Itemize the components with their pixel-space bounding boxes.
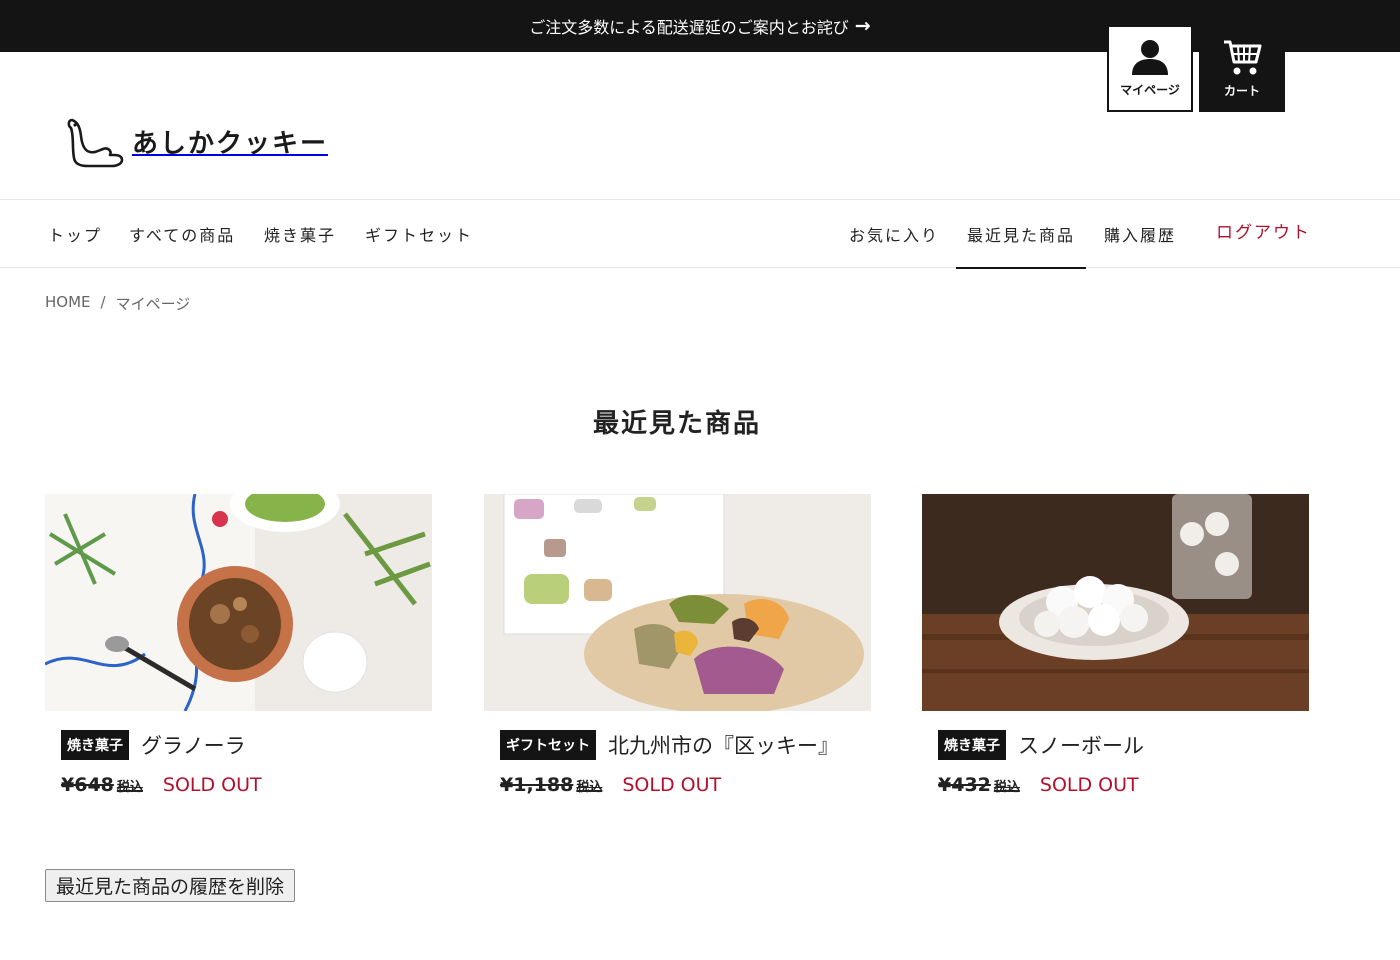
nav-item-all-products[interactable]: すべての商品 (129, 200, 235, 268)
tax-label: 税込 (576, 780, 603, 795)
category-badge: ギフトセット (500, 730, 596, 760)
kukkie-gift-set-product-image[interactable] (484, 494, 871, 711)
product-name[interactable]: グラノーラ (141, 730, 246, 760)
cart-button[interactable]: カート (1199, 25, 1285, 112)
main-nav: トップ すべての商品 焼き菓子 ギフトセット お気に入り 最近見た商品 購入履歴… (0, 200, 1400, 269)
sold-out-status: SOLD OUT (1039, 774, 1139, 796)
breadcrumb: HOME / マイページ (45, 293, 190, 314)
breadcrumb-current: マイページ (115, 295, 191, 313)
cart-label: カート (1223, 84, 1260, 98)
nav-item-favorites[interactable]: お気に入り (849, 200, 939, 268)
product-price: ¥432 税込 (938, 774, 1020, 796)
announcement-link[interactable]: ご注文多数による配送遅延のご案内とお詫び → (529, 14, 870, 38)
product-price: ¥1,188 税込 (500, 774, 602, 796)
product-pricing: ¥1,188 税込 SOLD OUT (500, 774, 871, 796)
product-meta: 焼き菓子 スノーボール (938, 730, 1309, 760)
cart-icon (1224, 40, 1262, 75)
product-name[interactable]: 北九州市の『区ッキー』 (608, 730, 839, 760)
price-value: ¥1,188 (500, 774, 574, 796)
user-icon (1132, 40, 1168, 75)
sea-lion-logo-icon (67, 118, 124, 168)
category-badge: 焼き菓子 (938, 730, 1006, 760)
tax-label: 税込 (993, 780, 1020, 795)
breadcrumb-separator: / (100, 293, 106, 311)
price-value: ¥432 (938, 774, 991, 796)
snowball-product-image[interactable] (922, 494, 1309, 711)
product-card[interactable]: 焼き菓子 スノーボール ¥432 税込 SOLD OUT (922, 494, 1309, 796)
breadcrumb-home[interactable]: HOME (45, 293, 91, 314)
nav-item-baked-goods[interactable]: 焼き菓子 (264, 200, 336, 268)
sold-out-status: SOLD OUT (622, 774, 722, 796)
product-price: ¥648 税込 (61, 774, 143, 796)
category-badge: 焼き菓子 (61, 730, 129, 760)
arrow-right-icon: → (854, 15, 871, 37)
nav-item-purchase-history[interactable]: 購入履歴 (1104, 200, 1176, 268)
nav-item-gift-sets[interactable]: ギフトセット (365, 200, 473, 268)
logo-text: あしかクッキー (132, 128, 329, 159)
site-header: あしかクッキー マイページ カート (0, 25, 1400, 200)
product-card[interactable]: ギフトセット 北九州市の『区ッキー』 ¥1,188 税込 SOLD OUT (484, 494, 871, 796)
tax-label: 税込 (116, 780, 143, 795)
clear-history-button[interactable]: 最近見た商品の履歴を削除 (45, 869, 296, 902)
product-meta: ギフトセット 北九州市の『区ッキー』 (500, 730, 871, 760)
logout-link[interactable]: ログアウト (1216, 196, 1311, 264)
mypage-button[interactable]: マイページ (1107, 25, 1193, 112)
product-meta: 焼き菓子 グラノーラ (61, 730, 432, 760)
product-card[interactable]: 焼き菓子 グラノーラ ¥648 税込 SOLD OUT (45, 494, 432, 796)
nav-item-top[interactable]: トップ (48, 200, 102, 268)
sold-out-status: SOLD OUT (162, 774, 262, 796)
nav-item-recently-viewed[interactable]: 最近見た商品 (955, 200, 1087, 269)
granola-product-image[interactable] (45, 494, 432, 711)
mypage-label: マイページ (1120, 83, 1180, 97)
page-title: 最近見た商品 (592, 409, 761, 439)
product-pricing: ¥432 税込 SOLD OUT (938, 774, 1309, 796)
product-name[interactable]: スノーボール (1018, 730, 1144, 760)
price-value: ¥648 (61, 774, 114, 796)
product-pricing: ¥648 税込 SOLD OUT (61, 774, 432, 796)
announcement-text: ご注文多数による配送遅延のご案内とお詫び (529, 18, 849, 37)
site-logo[interactable]: あしかクッキー (66, 114, 328, 168)
